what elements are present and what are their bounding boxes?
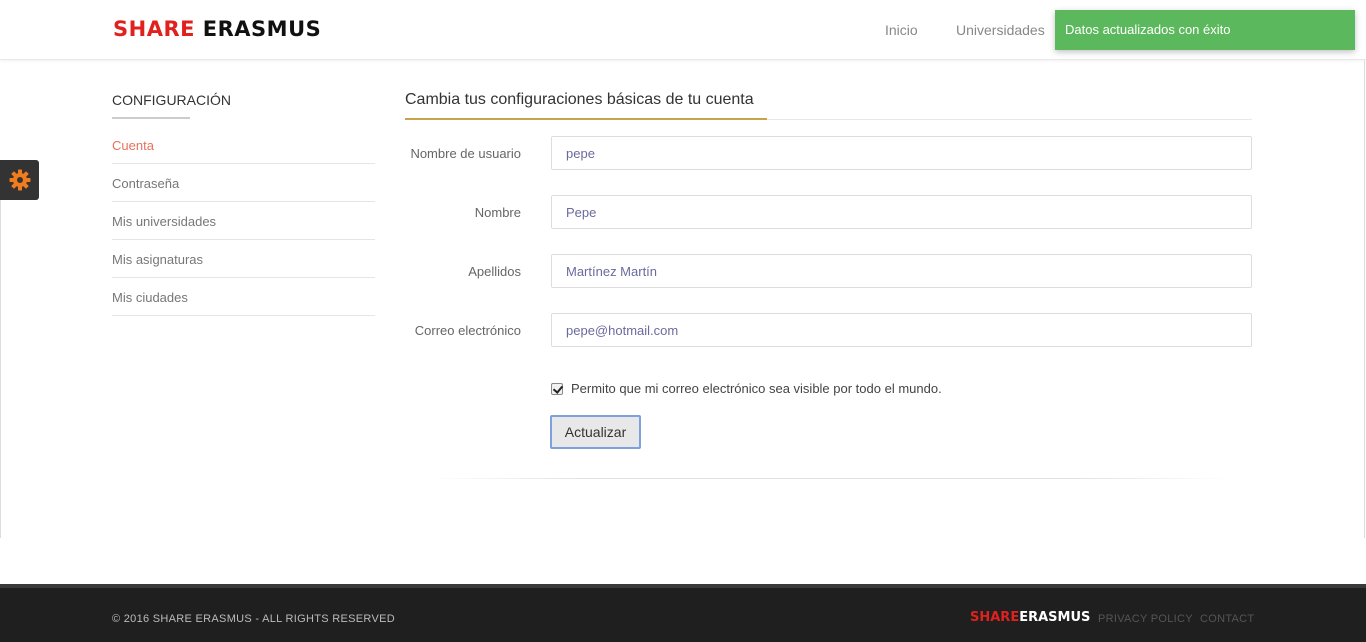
footer-link-privacy-policy[interactable]: PRIVACY POLICY	[1098, 613, 1193, 625]
logo-erasmus-text: ERASMUS	[202, 17, 322, 41]
top-navbar: SHARE ERASMUS Inicio Universidades Datos…	[0, 0, 1366, 60]
page-left-border	[0, 200, 1, 538]
first-name-input[interactable]	[551, 195, 1252, 229]
form-row-last-name: Apellidos	[400, 254, 1252, 288]
title-accent-underline	[405, 118, 767, 120]
footer: © 2016 SHARE ERASMUS - ALL RIGHTS RESERV…	[0, 584, 1366, 642]
last-name-input[interactable]	[551, 254, 1252, 288]
form-row-username: Nombre de usuario	[400, 136, 1252, 170]
success-toast[interactable]: Datos actualizados con éxito	[1055, 10, 1355, 50]
footer-logo-erasmus-text: ERASMUS	[1019, 610, 1091, 625]
email-label: Correo electrónico	[414, 323, 521, 338]
sidebar-title: CONFIGURACIÓN	[112, 92, 231, 108]
sidebar-item-mis-ciudades[interactable]: Mis ciudades	[112, 278, 375, 316]
sidebar-title-underline	[112, 117, 190, 119]
username-input[interactable]	[551, 136, 1252, 170]
page-title: Cambia tus configuraciones básicas de tu…	[405, 91, 754, 108]
sidebar-item-cuenta[interactable]: Cuenta	[112, 126, 375, 164]
form-row-first-name: Nombre	[400, 195, 1252, 229]
sidebar-item-contrasena[interactable]: Contraseña	[112, 164, 375, 202]
form-row-email: Correo electrónico	[400, 313, 1252, 347]
page-right-border	[1364, 60, 1365, 538]
settings-panel-toggle[interactable]	[0, 160, 39, 200]
footer-copyright: © 2016 SHARE ERASMUS - ALL RIGHTS RESERV…	[112, 613, 395, 625]
gear-icon	[9, 169, 30, 191]
sidebar-item-mis-asignaturas[interactable]: Mis asignaturas	[112, 240, 375, 278]
footer-logo-share-text: SHARE	[970, 610, 1020, 625]
email-visibility-label[interactable]: Permito que mi correo electrónico sea vi…	[571, 381, 942, 396]
content-divider	[430, 478, 1230, 479]
footer-link-contact[interactable]: CONTACT	[1200, 613, 1254, 625]
nav-link-universidades[interactable]: Universidades	[956, 22, 1045, 38]
sidebar-item-mis-universidades[interactable]: Mis universidades	[112, 202, 375, 240]
update-button[interactable]: Actualizar	[550, 415, 641, 449]
email-visibility-option: Permito que mi correo electrónico sea vi…	[551, 381, 942, 396]
logo-share-text: SHARE	[113, 17, 195, 41]
last-name-label: Apellidos	[468, 264, 521, 279]
footer-logo[interactable]: SHAREERASMUS	[970, 610, 1090, 625]
first-name-label: Nombre	[474, 205, 521, 220]
email-visibility-checkbox[interactable]	[551, 382, 563, 395]
username-label: Nombre de usuario	[410, 146, 521, 161]
sidebar-menu: Cuenta Contraseña Mis universidades Mis …	[112, 126, 375, 316]
site-logo[interactable]: SHARE ERASMUS	[113, 17, 321, 41]
nav-link-inicio[interactable]: Inicio	[885, 22, 918, 38]
email-input[interactable]	[551, 313, 1252, 347]
